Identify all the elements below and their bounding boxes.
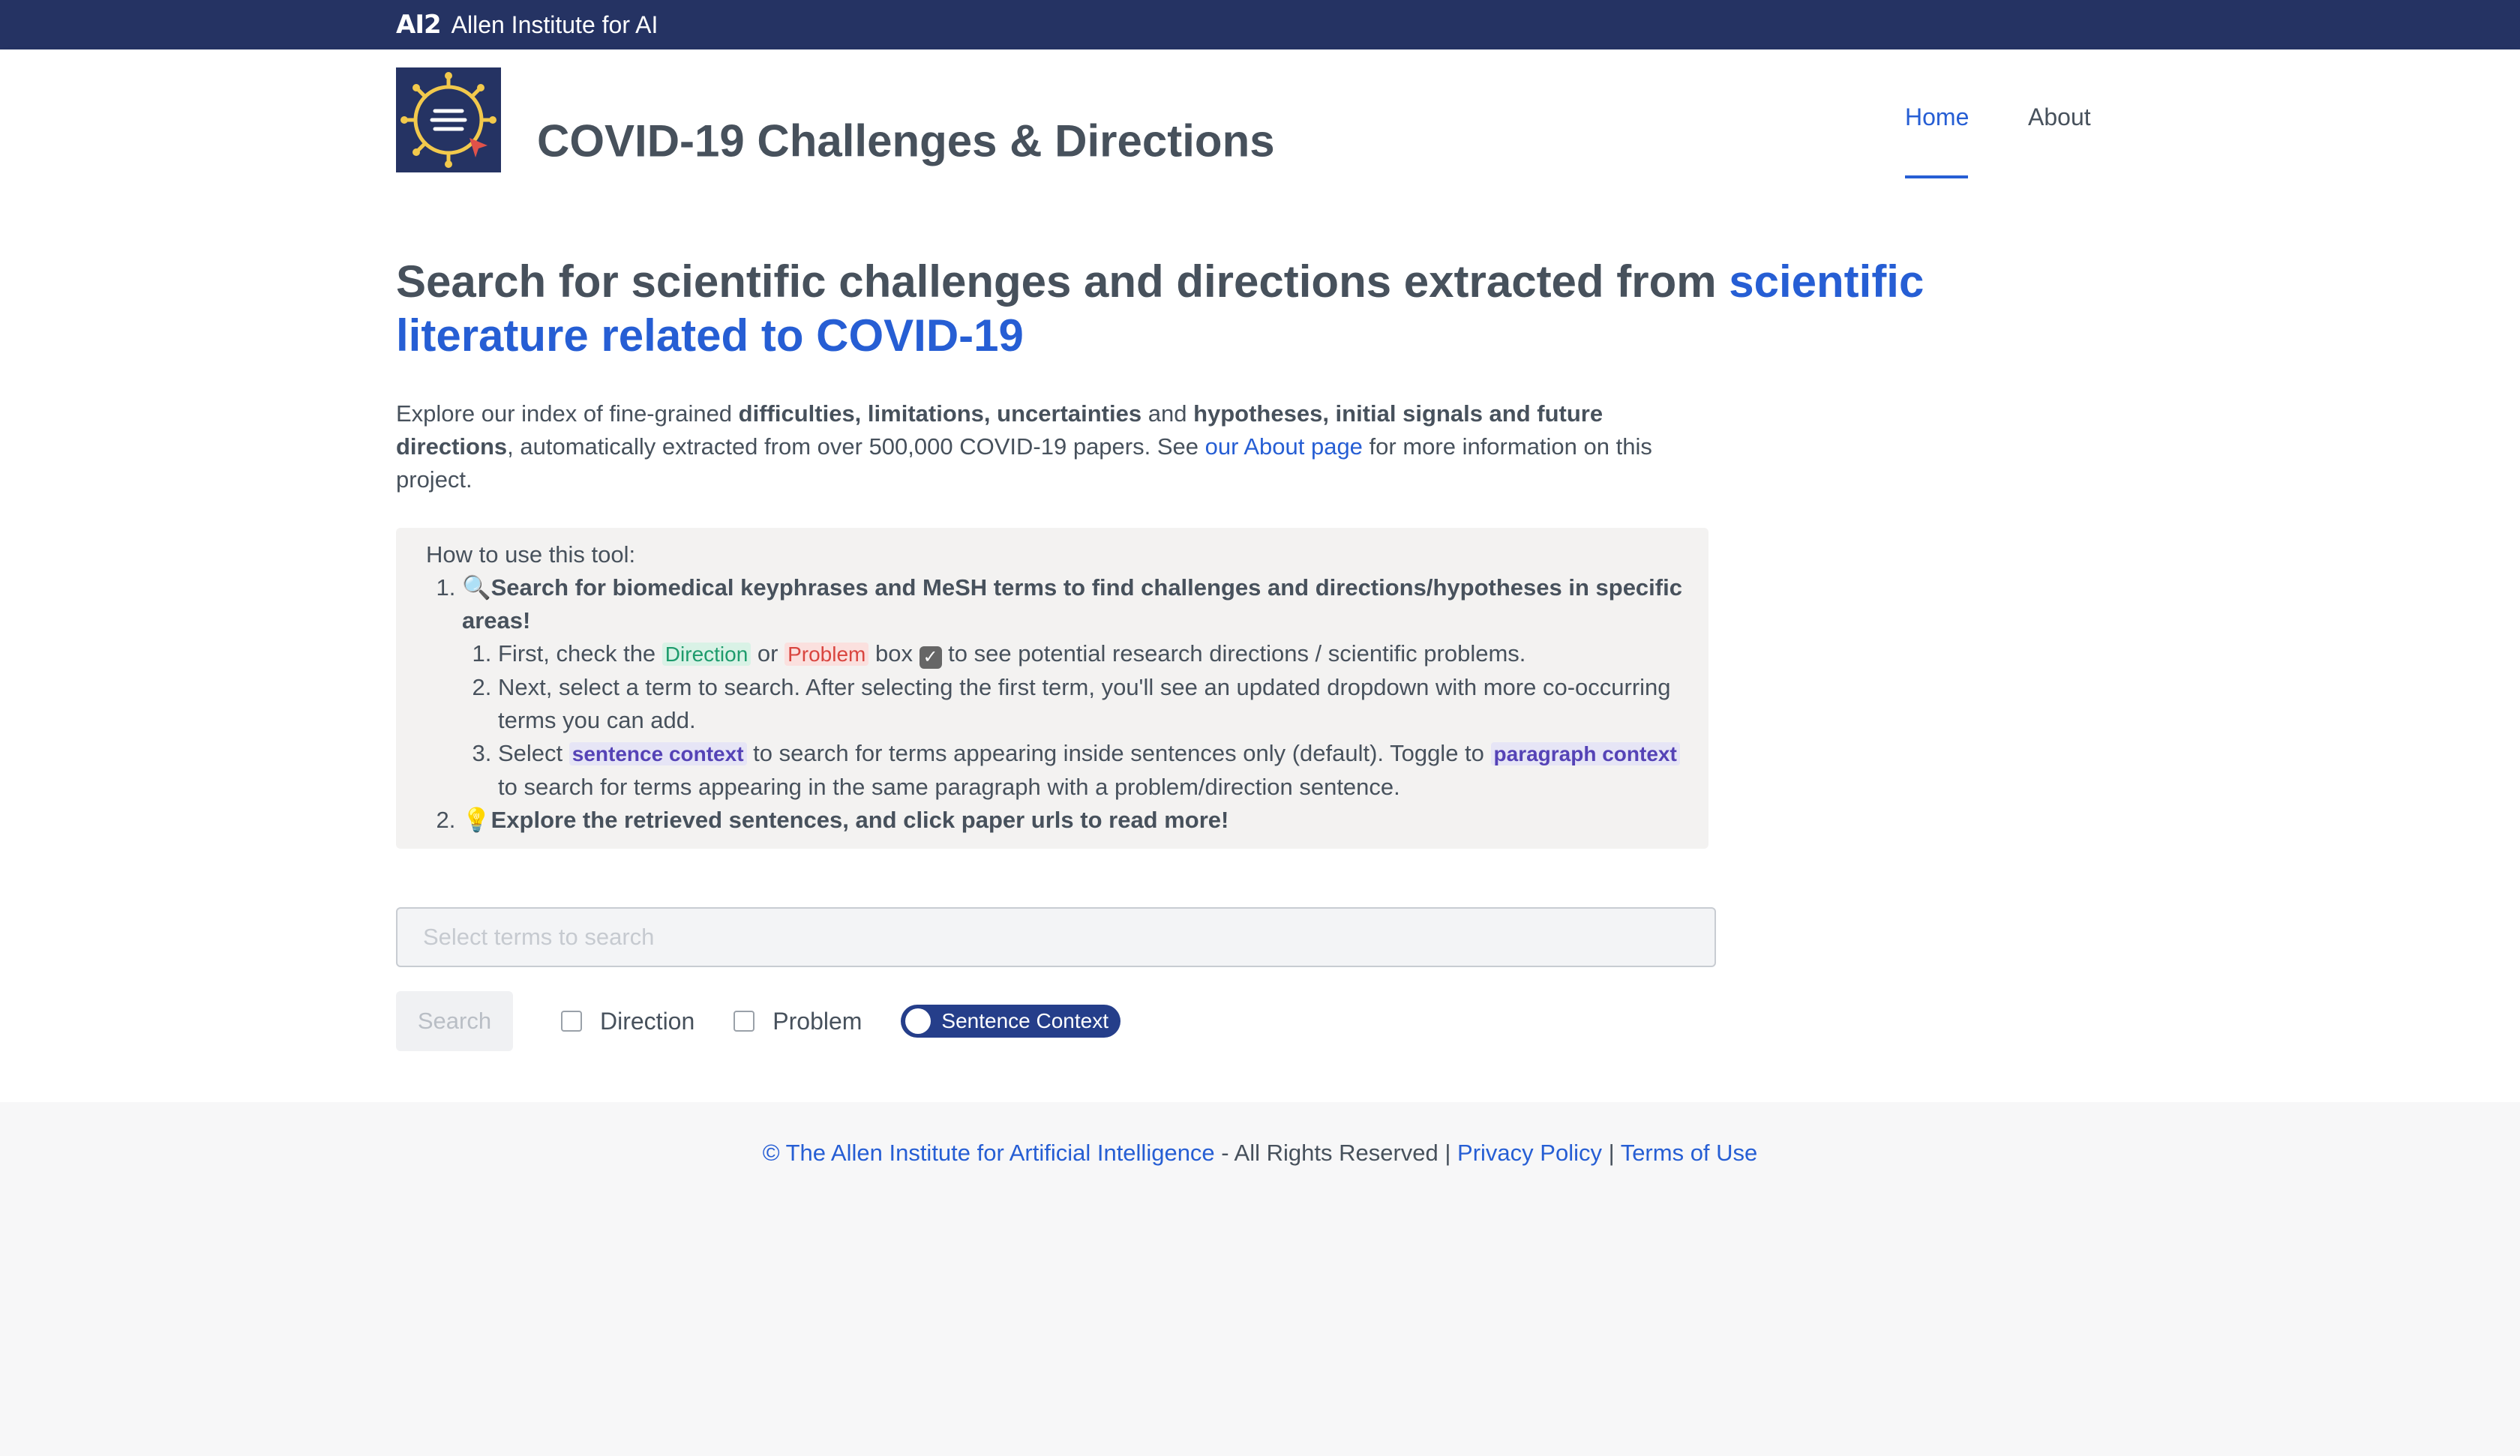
term-search-input[interactable]	[422, 923, 1714, 951]
app-title: COVID-19 Challenges & Directions	[537, 115, 1275, 166]
copyright-link[interactable]: © The Allen Institute for Artificial Int…	[763, 1140, 1215, 1166]
nav-about[interactable]: About	[2028, 103, 2091, 131]
app-header: COVID-19 Challenges & Directions Home Ab…	[0, 49, 2520, 189]
nav-home[interactable]: Home	[1905, 103, 1969, 131]
direction-checkbox-label[interactable]: Direction	[600, 1008, 694, 1035]
step-2-text: Explore the retrieved sentences, and cli…	[490, 807, 1229, 833]
direction-checkbox-group[interactable]: Direction	[561, 1008, 694, 1035]
about-page-link[interactable]: our About page	[1205, 433, 1363, 460]
substep-1-text-c: box	[868, 640, 920, 667]
intro-bold-1: difficulties, limitations, uncertainties	[738, 400, 1142, 427]
how-to-substep-2: Next, select a term to search. After sel…	[498, 671, 1694, 737]
intro-text-2: and	[1142, 400, 1194, 427]
substep-1-text-b: or	[751, 640, 785, 667]
problem-tag: Problem	[784, 643, 869, 666]
covid-virus-list-icon[interactable]	[396, 67, 501, 172]
substep-3-text-a: Select	[498, 740, 569, 766]
checkbox-checked-icon: ✓	[919, 646, 942, 669]
direction-tag: Direction	[662, 643, 752, 666]
intro-text-3: , automatically extracted from over 500,…	[507, 433, 1205, 460]
how-to-box: How to use this tool: 🔍Search for biomed…	[396, 528, 1708, 849]
substep-1-text-a: First, check the	[498, 640, 662, 667]
context-toggle-label: Sentence Context	[941, 1009, 1109, 1032]
search-controls: Search Direction Problem Sentence Contex…	[396, 991, 2016, 1051]
paragraph-context-tag: paragraph context	[1490, 742, 1680, 765]
page-footer: © The Allen Institute for Artificial Int…	[0, 1102, 2520, 1456]
intro-text-1: Explore our index of fine-grained	[396, 400, 739, 427]
how-to-substep-3: Select sentence context to search for te…	[498, 737, 1694, 804]
lightbulb-icon: 💡	[462, 807, 491, 833]
main-content: Search for scientific challenges and dir…	[0, 189, 2520, 1102]
how-to-step-2: 💡Explore the retrieved sentences, and cl…	[462, 804, 1694, 837]
intro-paragraph: Explore our index of fine-grained diffic…	[396, 397, 1701, 496]
headline-text: Search for scientific challenges and dir…	[396, 256, 1730, 307]
term-search-box[interactable]	[396, 907, 1716, 967]
how-to-substep-1: First, check the Direction or Problem bo…	[498, 637, 1694, 671]
magnifier-icon: 🔍	[462, 574, 491, 601]
privacy-policy-link[interactable]: Privacy Policy	[1457, 1140, 1602, 1166]
substep-3-text-c: to search for terms appearing in the sam…	[498, 774, 1400, 800]
page-headline: Search for scientific challenges and dir…	[396, 255, 2016, 363]
substep-1-text-d: to see potential research directions / s…	[941, 640, 1526, 667]
toggle-knob[interactable]	[905, 1008, 932, 1034]
how-to-step-1: 🔍Search for biomedical keyphrases and Me…	[462, 571, 1694, 804]
problem-checkbox-group[interactable]: Problem	[734, 1008, 862, 1035]
sentence-context-tag: sentence context	[568, 742, 747, 765]
footer-rights: - All Rights Reserved |	[1214, 1140, 1458, 1166]
context-toggle[interactable]: Sentence Context	[901, 1005, 1121, 1038]
footer-separator: |	[1601, 1140, 1621, 1166]
search-button[interactable]: Search	[396, 991, 513, 1051]
ai2-topbar: AI2 Allen Institute for AI	[0, 0, 2520, 49]
how-to-title: How to use this tool:	[426, 541, 636, 568]
ai2-logo[interactable]: AI2	[396, 10, 442, 40]
problem-checkbox[interactable]	[734, 1011, 755, 1032]
how-to-steps: 🔍Search for biomedical keyphrases and Me…	[426, 571, 1694, 837]
substep-3-text-b: to search for terms appearing inside sen…	[746, 740, 1491, 766]
how-to-substeps: First, check the Direction or Problem bo…	[462, 637, 1694, 804]
step-1-text: Search for biomedical keyphrases and MeS…	[462, 574, 1682, 634]
ai2-name[interactable]: Allen Institute for AI	[452, 11, 658, 39]
nav-active-indicator	[1905, 175, 1968, 178]
problem-checkbox-label[interactable]: Problem	[772, 1008, 862, 1035]
terms-of-use-link[interactable]: Terms of Use	[1621, 1140, 1758, 1166]
direction-checkbox[interactable]	[561, 1011, 582, 1032]
